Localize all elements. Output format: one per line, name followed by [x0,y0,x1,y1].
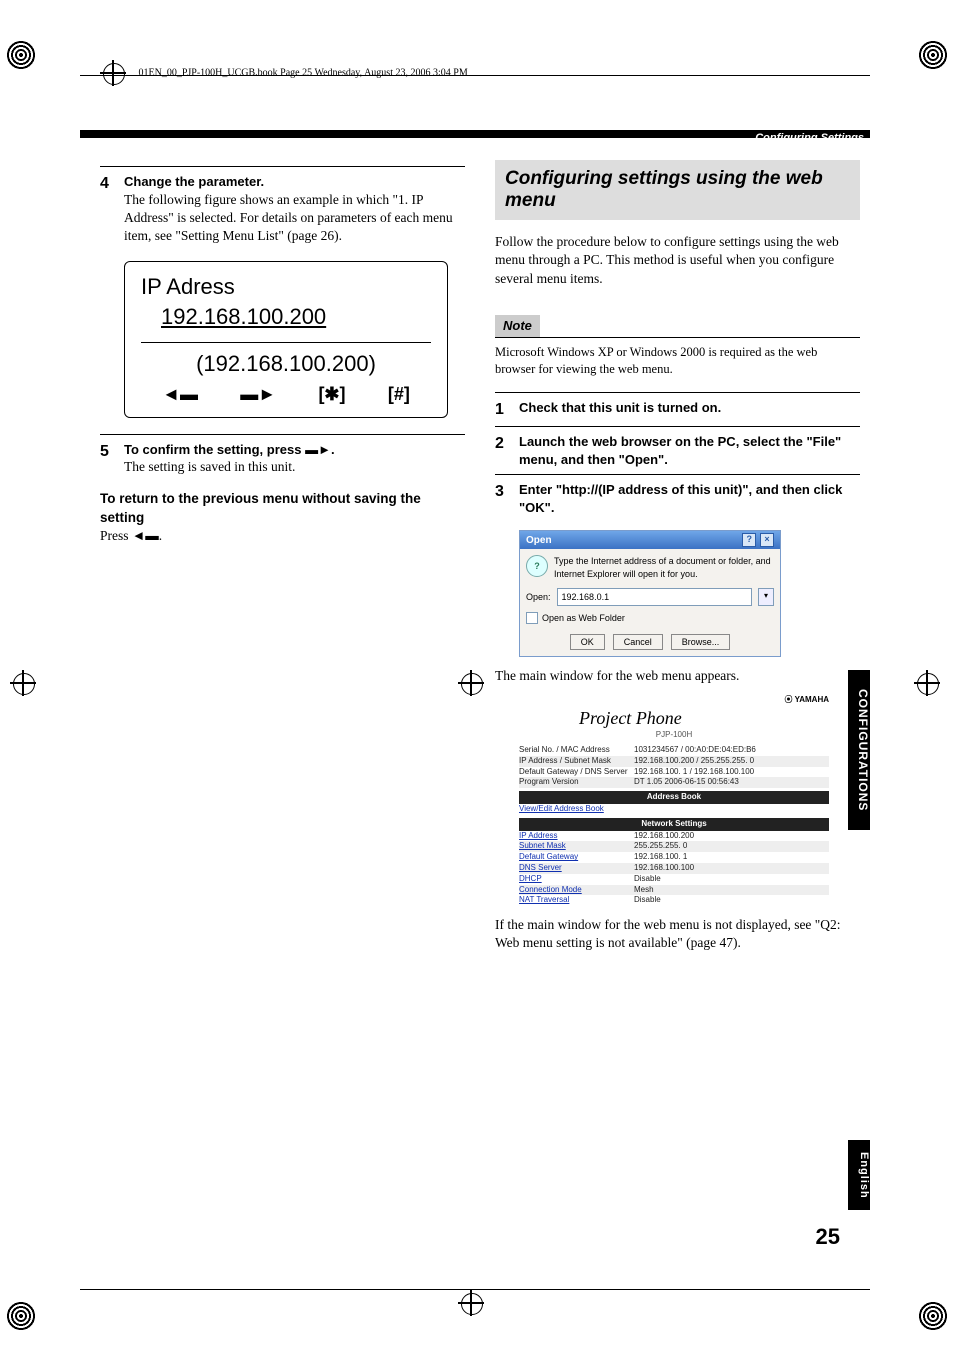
connection-mode-link[interactable]: Connection Mode [519,885,582,894]
crop-mark [458,1290,484,1316]
web-menu-screenshot: ⦿ YAMAHA Project Phone PJP-100H Serial N… [519,695,829,906]
note-label: Note [495,315,540,337]
lcd-line1: IP Adress [141,272,431,302]
side-tab-configurations: CONFIGURATIONS [848,670,870,830]
model-label: PJP-100H [519,730,829,741]
right-arrow-icon: ▬► [240,382,276,406]
right-column: Configuring settings using the web menu … [495,160,860,953]
address-book-bar: Address Book [519,791,829,804]
subheading: To return to the previous menu without s… [100,490,465,526]
step-number: 2 [495,433,519,468]
side-tab-english: English [848,1140,870,1210]
table-row: IP Address / Subnet Mask [519,756,634,767]
step-number: 3 [495,481,519,516]
ip-address-link[interactable]: IP Address [519,831,558,840]
dhcp-link[interactable]: DHCP [519,874,542,883]
dialog-title: Open [526,534,552,548]
brand-label: ⦿ YAMAHA [785,695,829,706]
section-heading: Configuring settings using the web menu [495,160,860,220]
dialog-message: Type the Internet address of a document … [554,555,774,579]
register-mark [918,40,948,70]
subnet-mask-link[interactable]: Subnet Mask [519,841,566,850]
ok-button[interactable]: OK [570,634,605,650]
table-row: Serial No. / MAC Address [519,745,634,756]
chapter-title: Configuring Settings [755,132,864,144]
lcd-display: IP Adress 192.168.100.200 (192.168.100.2… [124,261,448,417]
note-text: Microsoft Windows XP or Windows 2000 is … [495,337,860,378]
web-folder-checkbox[interactable] [526,612,538,624]
enter-icon: ▬► [305,442,331,457]
question-icon: ? [526,555,548,577]
register-mark [6,40,36,70]
running-header: 01EN_00_PJP-100H_UCGB.book Page 25 Wedne… [100,60,468,86]
network-settings-bar: Network Settings [519,818,829,831]
open-dialog: Open ? × ? Type the Internet address of … [519,530,781,657]
step-1: 1 Check that this unit is turned on. [495,399,860,421]
step-title: Check that this unit is turned on. [519,399,860,421]
url-input[interactable]: 192.168.0.1 [557,588,752,606]
step-text: The following figure shows an example in… [124,191,465,246]
step-number: 4 [100,173,124,245]
step-5: 5 To confirm the setting, press ▬►. The … [100,441,465,477]
step-title: Launch the web browser on the PC, select… [519,433,860,468]
nat-traversal-link[interactable]: NAT Traversal [519,895,569,904]
lcd-line3: (192.168.100.200) [141,349,431,379]
top-rule [80,75,870,76]
checkbox-label: Open as Web Folder [542,612,625,624]
default-gateway-link[interactable]: Default Gateway [519,852,578,861]
register-mark [918,1301,948,1331]
step-number: 1 [495,399,519,421]
lcd-line2: 192.168.100.200 [141,302,431,332]
step-title: Change the parameter. [124,173,465,191]
dialog-titlebar: Open ? × [520,531,780,549]
page: 01EN_00_PJP-100H_UCGB.book Page 25 Wedne… [80,40,870,1310]
left-arrow-icon: ◄▬ [162,382,198,406]
browse-button[interactable]: Browse... [671,634,731,650]
table-row: Program Version [519,777,634,788]
running-header-text: 01EN_00_PJP-100H_UCGB.book Page 25 Wedne… [139,67,468,78]
after-dialog-text: The main window for the web menu appears… [495,667,860,685]
bottom-rule [80,1289,870,1290]
address-book-link[interactable]: View/Edit Address Book [519,804,604,813]
crop-mark [10,670,36,696]
sub-text: Press ◄▬. [100,527,465,545]
crop-mark [914,670,940,696]
register-mark [6,1301,36,1331]
step-title: Enter "http://(IP address of this unit)"… [519,481,860,516]
after-webmenu-text: If the main window for the web menu is n… [495,916,860,952]
step-3: 3 Enter "http://(IP address of this unit… [495,481,860,516]
dropdown-icon[interactable]: ▾ [758,588,774,606]
star-key-icon: [✱] [318,382,345,406]
cancel-button[interactable]: Cancel [613,634,663,650]
table-row: Default Gateway / DNS Server [519,767,634,778]
hash-key-icon: [#] [388,382,410,406]
step-number: 5 [100,441,124,477]
info-table: Serial No. / MAC Address1031234567 / 00:… [519,745,829,788]
page-number: 25 [816,1224,840,1250]
dns-server-link[interactable]: DNS Server [519,863,562,872]
product-logo: Project Phone [579,706,829,730]
help-icon[interactable]: ? [742,533,756,547]
chapter-bar [80,130,870,138]
left-column: 4 Change the parameter. The following fi… [100,160,465,953]
step-title: To confirm the setting, press ▬►. [124,441,465,459]
close-icon[interactable]: × [760,533,774,547]
step-4: 4 Change the parameter. The following fi… [100,173,465,245]
step-2: 2 Launch the web browser on the PC, sele… [495,433,860,468]
open-label: Open: [526,591,551,603]
step-text: The setting is saved in this unit. [124,458,465,476]
back-icon: ◄▬ [132,528,159,543]
intro-text: Follow the procedure below to configure … [495,233,860,288]
